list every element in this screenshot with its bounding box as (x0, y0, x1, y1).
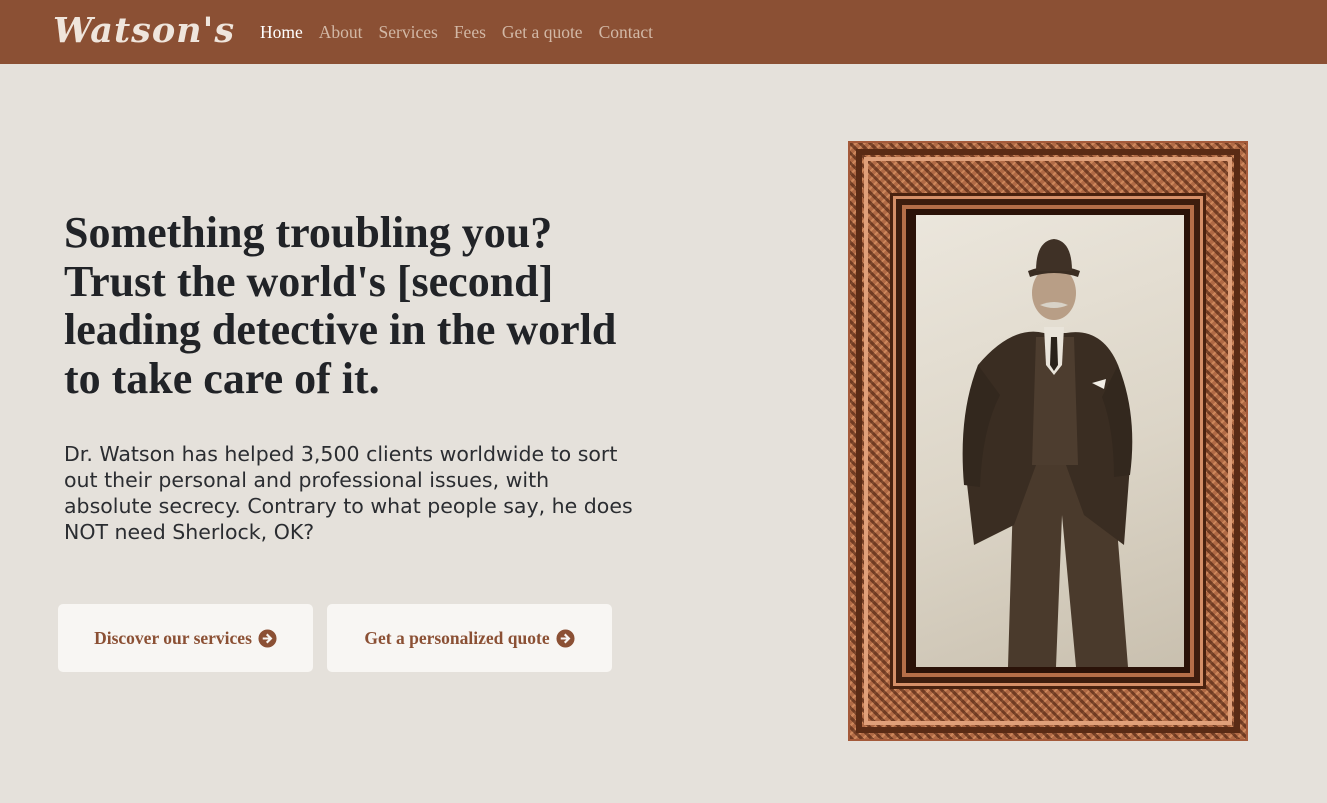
portrait-photo (916, 215, 1184, 667)
arrow-circle-right-icon (556, 628, 575, 648)
nav-item-contact: Contact (599, 22, 653, 43)
hero-headline: Something troubling you? Trust the world… (64, 208, 617, 403)
arrow-circle-right-icon (258, 628, 277, 648)
hero-lead-text: Dr. Watson has helped 3,500 clients worl… (64, 442, 633, 544)
nav-item-get-a-quote: Get a quote (502, 22, 583, 43)
nav-item-about: About (319, 22, 363, 43)
nav-link-services[interactable]: Services (379, 22, 438, 42)
nav-item-services: Services (379, 22, 438, 43)
framed-portrait (848, 141, 1248, 741)
nav-link-contact[interactable]: Contact (599, 22, 653, 42)
personalized-quote-button[interactable]: Get a personalized quote (327, 604, 612, 672)
nav-link-home[interactable]: Home (260, 22, 303, 42)
discover-services-button[interactable]: Discover our services (58, 604, 313, 672)
nav-link-about[interactable]: About (319, 22, 363, 42)
discover-services-label: Discover our services (94, 627, 252, 648)
gentleman-figure (962, 239, 1133, 667)
nav-link-fees[interactable]: Fees (454, 22, 486, 42)
navbar: Watson's Home About Services Fees Get a … (0, 0, 1327, 64)
nav-item-home: Home (260, 22, 303, 43)
nav-links: Home About Services Fees Get a quote Con… (260, 0, 669, 64)
nav-item-fees: Fees (454, 22, 486, 43)
personalized-quote-label: Get a personalized quote (364, 627, 550, 648)
brand-logo[interactable]: Watson's (53, 9, 235, 53)
nav-link-get-a-quote[interactable]: Get a quote (502, 22, 583, 42)
